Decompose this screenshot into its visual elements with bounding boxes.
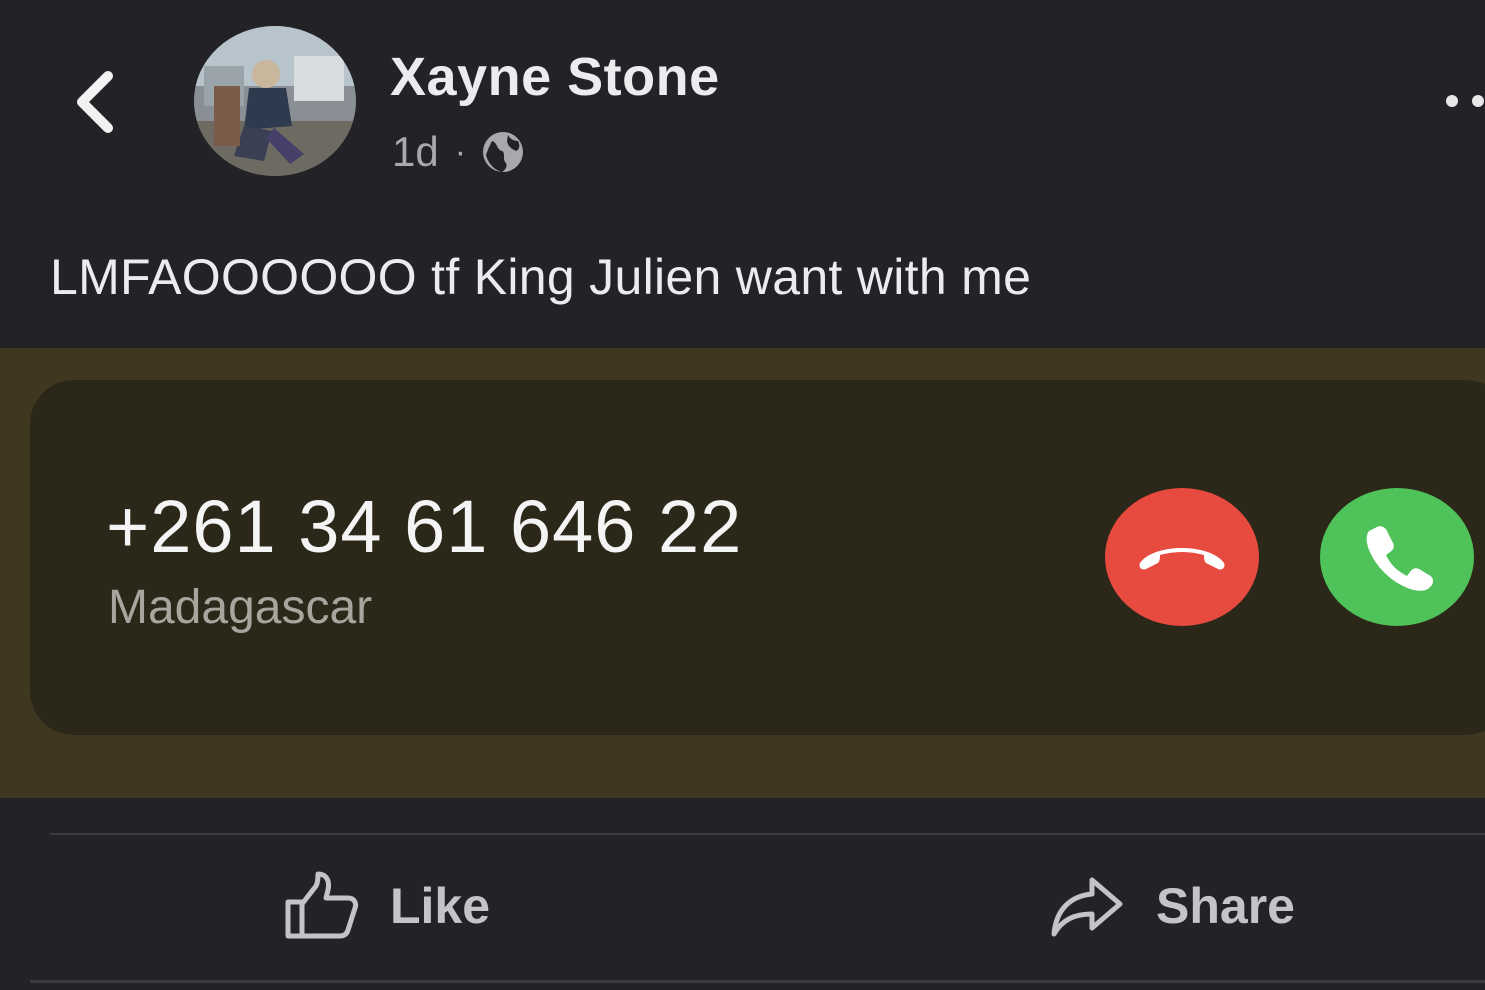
globe-icon <box>483 132 524 172</box>
facebook-post-view: Xayne Stone 1d · LMFAOOOOOO tf King Juli… <box>0 0 1485 990</box>
caller-location: Madagascar <box>108 581 373 634</box>
back-button[interactable] <box>62 66 126 136</box>
share-label: Share <box>1156 878 1295 934</box>
avatar-photo <box>194 26 356 176</box>
thumbs-up-icon <box>285 871 359 939</box>
author-name[interactable]: Xayne Stone <box>390 46 720 108</box>
like-label: Like <box>390 878 491 934</box>
meta-separator: · <box>454 132 467 171</box>
actions-divider <box>50 833 1485 835</box>
phone-icon <box>1366 526 1433 591</box>
chevron-left-icon <box>77 71 113 133</box>
like-button[interactable]: Like <box>282 866 490 946</box>
accept-call-button <box>1320 488 1474 626</box>
post-text: LMFAOOOOOO tf King Julien want with me <box>50 249 1032 305</box>
caller-phone-number: +261 34 61 646 22 <box>106 485 743 568</box>
decline-call-button <box>1105 488 1259 626</box>
post-timestamp[interactable]: 1d <box>392 128 439 176</box>
share-button[interactable]: Share <box>1048 866 1295 946</box>
avatar[interactable] <box>194 26 356 176</box>
share-arrow-icon <box>1051 877 1123 937</box>
phone-hangup-icon <box>1139 548 1225 570</box>
bottom-divider <box>30 980 1485 983</box>
more-options-button[interactable] <box>1440 86 1485 116</box>
more-dots-icon <box>1446 95 1484 107</box>
post-meta: 1d · <box>392 122 526 182</box>
